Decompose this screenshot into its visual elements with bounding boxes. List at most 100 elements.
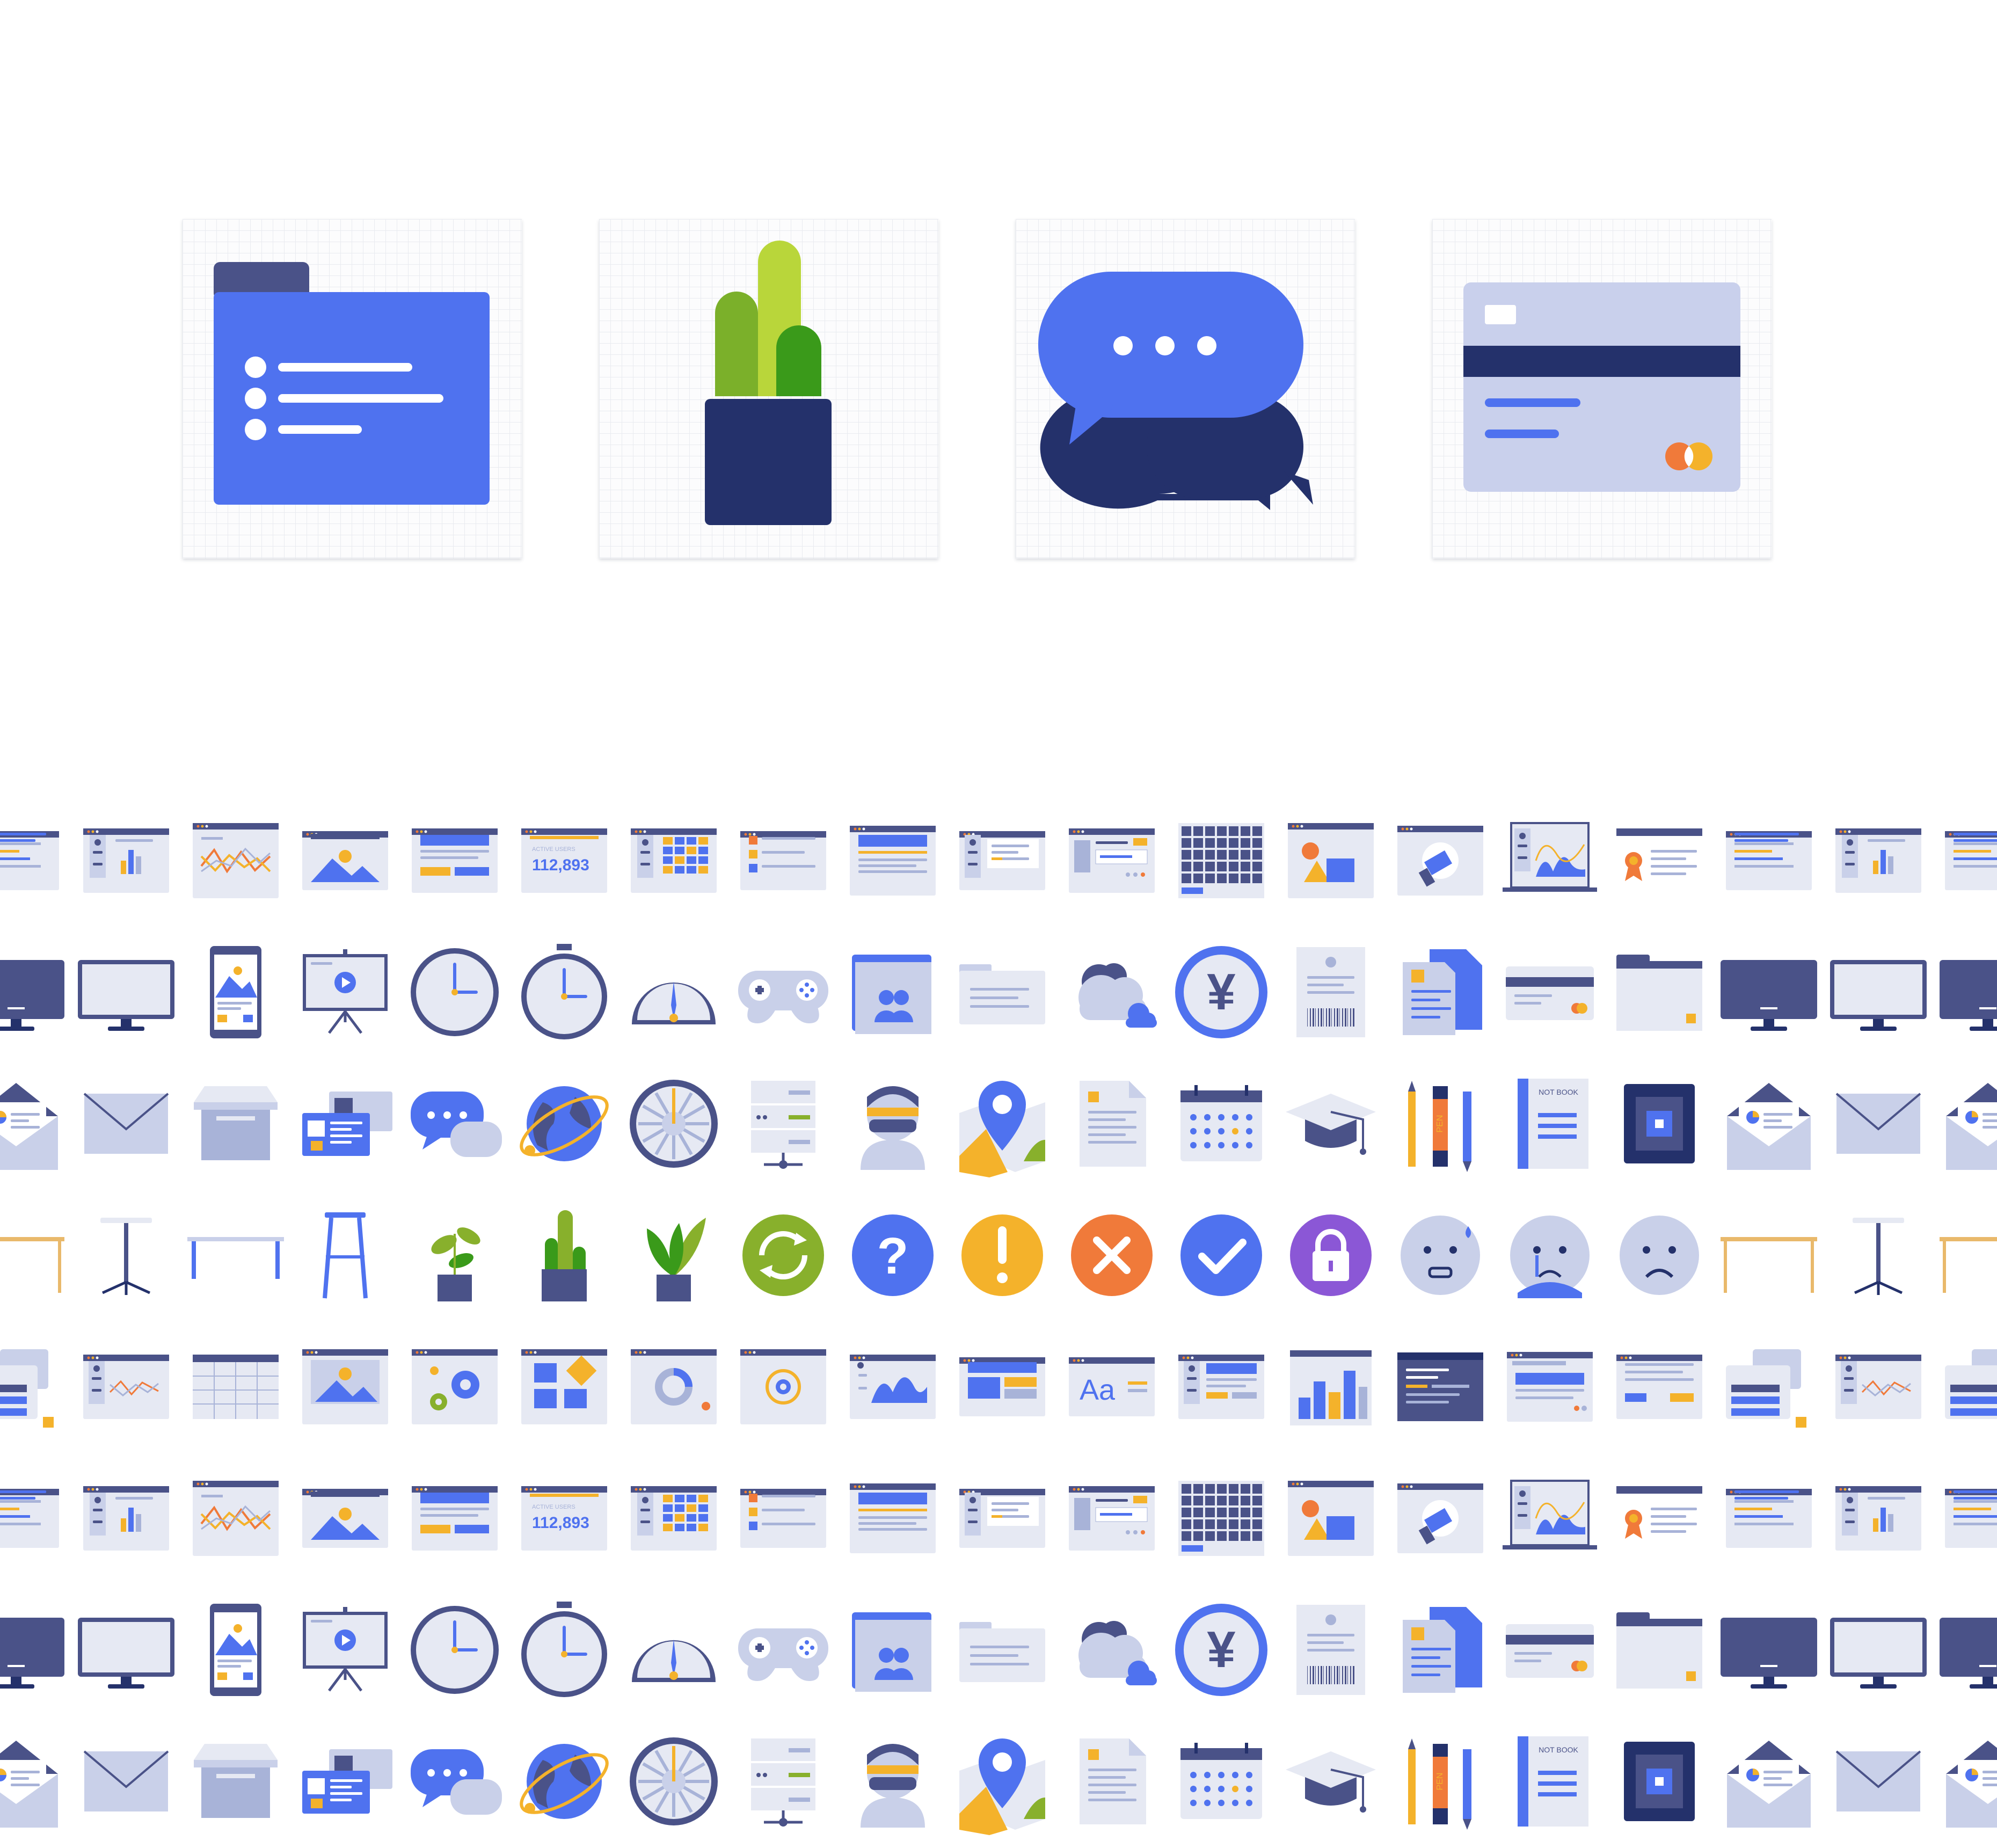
crying-face-icon: [1495, 1189, 1605, 1321]
credit-card-icon-graphic: [1506, 966, 1594, 1020]
icon-library-grid: ACTIVE USERS 112,893 ¥ PEN NOT BOOK? Aa ACTIVE…: [0, 795, 1997, 1848]
bench-icon-graphic: [187, 1237, 284, 1279]
locked-status-icon: [1276, 1189, 1386, 1321]
featured-chat-card: [1016, 219, 1355, 558]
warning-status-icon: [948, 1189, 1057, 1321]
presentation-board-icon: [290, 1584, 400, 1716]
article-window-icon-graphic: [850, 1483, 936, 1553]
laptop-chart-window-icon-graphic: [1503, 1480, 1597, 1549]
box-icon-graphic: [194, 1086, 278, 1160]
svg-text:ACTIVE USERS: ACTIVE USERS: [532, 846, 575, 853]
worried-face-icon-graphic: [1401, 1216, 1480, 1295]
doc-window-icon-graphic: [1726, 1489, 1812, 1548]
monitor-dark-icon: [1714, 926, 1824, 1058]
gamepad-icon: [728, 1584, 838, 1716]
monitor-dark-icon-graphic: [1940, 1618, 1997, 1689]
barcode-doc-icon-graphic: [1296, 947, 1365, 1037]
stopwatch-icon-graphic: [521, 1602, 607, 1697]
refresh-window-icon: [728, 1321, 838, 1453]
laptop-chart-window-icon: [1495, 1452, 1605, 1584]
globe-icon: [509, 1058, 619, 1190]
calendar-window-icon: [619, 795, 728, 927]
stats-window-icon: ACTIVE USERS 112,893: [509, 795, 619, 927]
chat-icon-graphic: [411, 1092, 502, 1157]
server-icon-graphic: [751, 1738, 815, 1827]
settings-window-icon-graphic: [1069, 1486, 1155, 1551]
monitor-dark-icon: [1714, 1584, 1824, 1716]
blocks-window-icon: [509, 1321, 619, 1453]
layout-window-icon: [948, 1321, 1057, 1453]
speedometer-icon: [619, 1584, 728, 1716]
open-envelope-icon-graphic: [0, 1083, 58, 1170]
file-folder-icon: [948, 1584, 1057, 1716]
form-window-icon-graphic: [412, 1486, 498, 1551]
table-icon-graphic: [1940, 1237, 1997, 1293]
contacts-folder-icon-graphic: [852, 1612, 931, 1692]
monitor-dark-icon-graphic: [1721, 1618, 1817, 1689]
list-window-icon-graphic: [740, 831, 826, 890]
profile-card-window-icon: [948, 795, 1057, 927]
article-window-icon: [838, 1452, 948, 1584]
doc-window-icon-graphic: [1945, 1489, 1997, 1548]
profile-chart-window-icon: [71, 1452, 181, 1584]
stats-window-icon: ACTIVE USERS 112,893: [509, 1452, 619, 1584]
open-envelope-icon: [1714, 1715, 1824, 1847]
cloud-icon: [1057, 926, 1167, 1058]
line-chart-window-icon: [181, 1452, 290, 1584]
svg-text:PEN: PEN: [1435, 1115, 1445, 1133]
gear-window-icon: [400, 1321, 509, 1453]
chat-cards-icon: [0, 1321, 71, 1453]
map-pin-icon: [948, 1715, 1057, 1847]
stopwatch-icon: [509, 926, 619, 1058]
worried-face-icon: [1386, 1189, 1495, 1321]
gamepad-icon: [728, 926, 838, 1058]
code-window-icon-graphic: [1397, 1352, 1483, 1421]
dial-icon: [619, 1058, 728, 1190]
open-envelope-icon: [1933, 1058, 1997, 1190]
plant-small-icon: [400, 1189, 509, 1321]
bench-icon: [181, 1189, 290, 1321]
box-icon: [181, 1715, 290, 1847]
globe-icon-graphic: [520, 1744, 609, 1819]
monitor-light-icon: [71, 1584, 181, 1716]
envelope-icon: [1824, 1715, 1933, 1847]
calendar-window-icon-graphic: [631, 828, 717, 893]
chat-icon-graphic: [411, 1749, 502, 1815]
calendar-window-icon: [619, 1452, 728, 1584]
bar-chart-window-icon: [1276, 1321, 1386, 1453]
envelope-icon-graphic: [1835, 1750, 1921, 1811]
bar-chart-window-icon-graphic: [1290, 1350, 1372, 1425]
error-status-icon: [1057, 1189, 1167, 1321]
form-window-icon: [400, 795, 509, 927]
server-icon: [728, 1715, 838, 1847]
smartphone-icon: [181, 1584, 290, 1716]
chip-icon: [1605, 1058, 1714, 1190]
svg-text:112,893: 112,893: [532, 856, 589, 874]
monitor-light-icon: [71, 926, 181, 1058]
blocks-window-icon-graphic: [521, 1349, 607, 1424]
presentation-board-icon: [290, 926, 400, 1058]
smartphone-icon: [181, 926, 290, 1058]
profile-card-window-icon: [948, 1452, 1057, 1584]
list-window-icon: [728, 795, 838, 927]
cactus-icon-graphic: [542, 1210, 587, 1301]
map-pin-icon-graphic: [959, 1081, 1045, 1177]
list-window-icon-graphic: [740, 1489, 826, 1548]
envelope-icon-graphic: [1835, 1093, 1921, 1154]
credit-card-icon: [1495, 926, 1605, 1058]
settings-window-icon-graphic: [1069, 828, 1155, 893]
certificate-window-icon-graphic: [1616, 1486, 1702, 1539]
svg-text:?: ?: [877, 1227, 909, 1285]
sync-status-icon-graphic: [742, 1214, 824, 1296]
featured-folder-card: [183, 219, 522, 558]
open-envelope-icon-graphic: [1946, 1741, 1997, 1828]
typography-window-icon: Aa: [1057, 1321, 1167, 1453]
monitor-dark-icon: [1933, 1584, 1997, 1716]
document-icon: [1057, 1058, 1167, 1190]
svg-text:ACTIVE USERS: ACTIVE USERS: [532, 1504, 575, 1510]
monitor-dark-icon: [0, 1584, 71, 1716]
svg-text:112,893: 112,893: [532, 1514, 589, 1532]
monitor-light-icon-graphic: [78, 960, 174, 1031]
cloud-icon-graphic: [1078, 963, 1157, 1028]
profile-form-window-icon: [1167, 1321, 1276, 1453]
